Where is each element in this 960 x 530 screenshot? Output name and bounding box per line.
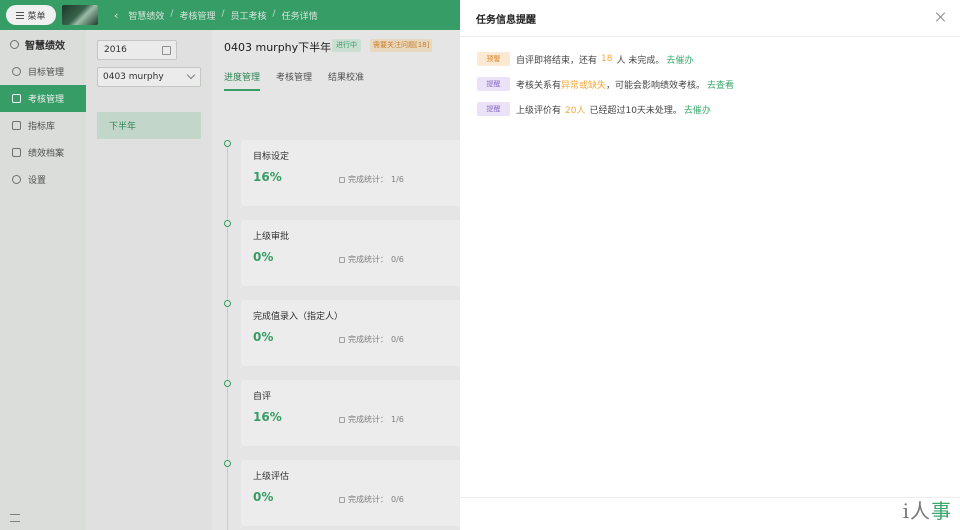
reminder-badge: 提醒 bbox=[477, 102, 510, 116]
drawer-title: 任务信息提醒 bbox=[460, 0, 960, 37]
notice-item: 提醒 上级评价有 20人 已经超过10天未处理。 去催办 bbox=[477, 102, 711, 116]
modal-overlay[interactable] bbox=[0, 0, 460, 530]
close-icon[interactable] bbox=[936, 12, 946, 22]
notice-item: 提醒 考核关系有 异常或缺失 ，可能会影响绩效考核。 去查看 bbox=[477, 77, 734, 91]
notice-item: 预警 自评即将结束，还有 18 人 未完成。 去催办 bbox=[477, 52, 693, 66]
notice-highlight: 20人 bbox=[565, 105, 586, 116]
urge-link[interactable]: 去催办 bbox=[666, 53, 693, 66]
notice-text: 上级评价有 bbox=[516, 105, 562, 116]
notice-drawer: 任务信息提醒 预警 自评即将结束，还有 18 人 未完成。 去催办 提醒 考核关… bbox=[460, 0, 960, 530]
watermark-text: i人 bbox=[902, 499, 931, 523]
view-link[interactable]: 去查看 bbox=[707, 78, 734, 91]
reminder-badge: 提醒 bbox=[477, 77, 510, 91]
notice-text: 已经超过10天未处理。 bbox=[589, 105, 682, 116]
warning-badge: 预警 bbox=[477, 52, 510, 66]
watermark-text: 事 bbox=[931, 499, 952, 523]
notice-highlight: 异常或缺失 bbox=[561, 80, 607, 91]
urge-link[interactable]: 去催办 bbox=[684, 103, 711, 116]
drawer-footer-divider bbox=[460, 497, 960, 498]
notice-text: ，可能会影响绩效考核。 bbox=[606, 80, 706, 91]
notice-highlight: 18 bbox=[601, 54, 613, 64]
notice-text: 人 未完成。 bbox=[616, 55, 665, 66]
watermark-logo: i人事 bbox=[903, 495, 952, 524]
notice-text: 考核关系有 bbox=[516, 80, 562, 91]
notice-text: 自评即将结束，还有 bbox=[516, 55, 598, 66]
